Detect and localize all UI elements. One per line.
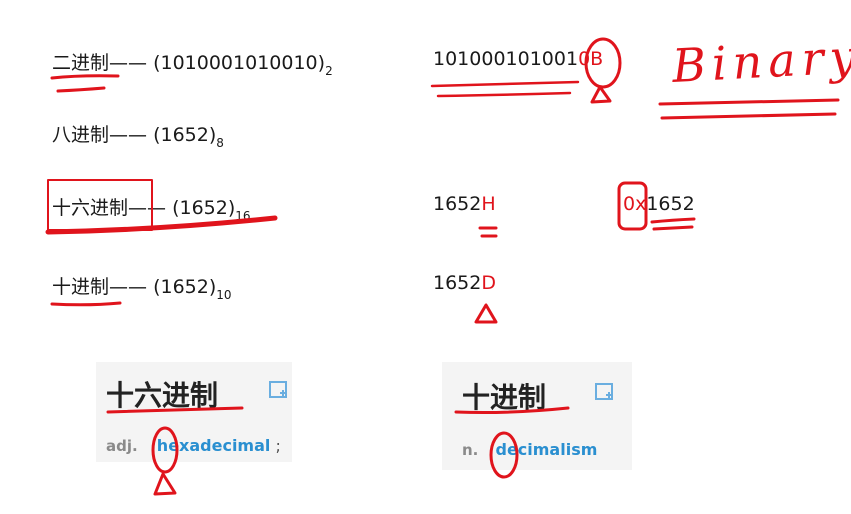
ink-underline (658, 98, 840, 106)
hex-base: 16 (235, 209, 251, 223)
decimal-notation-suffix: D (481, 272, 496, 294)
hex-label: 十六进制 (52, 197, 129, 219)
dict-card-hexadecimal: 十六进制 adj. hexadecimal ; (96, 362, 292, 462)
ink-underline (56, 86, 106, 93)
binary-dash: —— (109, 52, 148, 74)
dict-entry-hex: adj. hexadecimal ; (106, 436, 281, 455)
decimal-dash: —— (109, 276, 148, 298)
binary-value: 1010001010010 (160, 52, 318, 74)
dict-entry-dec: n. decimalism (462, 440, 597, 459)
decimal-row: 十进制—— (1652)10 (52, 272, 232, 302)
ink-triangle (153, 472, 177, 496)
ink-underline (652, 225, 694, 231)
bookmark-add-icon[interactable] (268, 380, 290, 400)
decimal-label: 十进制 (52, 276, 110, 298)
dict-pos-hex: adj. (106, 437, 138, 455)
binary-close: ) (317, 52, 326, 74)
ink-underline (650, 217, 696, 224)
hex-prefix-notation: 0x1652 (623, 193, 695, 215)
octal-base: 8 (216, 136, 224, 150)
binary-notation-number: 101000101001 (433, 48, 579, 70)
binary-label: 二进制 (52, 52, 110, 74)
decimal-value: 1652 (160, 276, 209, 298)
handwritten-binary: Binary (670, 29, 851, 93)
ink-underline (50, 301, 122, 307)
hex-row: 十六进制—— (1652)16 (52, 193, 251, 223)
decimal-notation: 1652D (433, 272, 496, 294)
ink-underline (436, 91, 572, 98)
ink-triangle (590, 85, 612, 104)
binary-row: 二进制—— (1010001010010)2 (52, 48, 333, 78)
dict-card-decimalism: 十进制 n. decimalism (442, 362, 632, 470)
hex-suffix-letter: H (481, 193, 496, 215)
binary-base: 2 (325, 64, 333, 78)
binary-notation-suffix: 0B (578, 48, 604, 70)
hex-dash: —— (128, 197, 167, 219)
dict-separator-hex: ; (275, 436, 281, 455)
ink-underline (430, 80, 580, 88)
decimal-base: 10 (216, 288, 232, 302)
hex-prefix-number: 1652 (646, 193, 695, 215)
binary-notation: 1010001010010B (433, 48, 603, 70)
dict-pos-dec: n. (462, 441, 479, 459)
octal-value: 1652 (160, 124, 209, 146)
ink-triangle (474, 303, 498, 324)
hex-suffix-number: 1652 (433, 193, 482, 215)
octal-label: 八进制 (52, 124, 110, 146)
hex-suffix-notation: 1652H (433, 193, 496, 215)
hex-prefix: 0x (623, 193, 647, 215)
decimal-notation-number: 1652 (433, 272, 482, 294)
dict-definition-dec[interactable]: decimalism (495, 440, 597, 459)
octal-row: 八进制—— (1652)8 (52, 120, 224, 150)
dict-word-dec: 十进制 (462, 381, 547, 414)
ink-underline (660, 112, 837, 120)
hex-value: 1652 (179, 197, 228, 219)
ink-underline (50, 74, 120, 80)
dict-word-hex: 十六进制 (106, 379, 219, 412)
dict-definition-hex[interactable]: hexadecimal (157, 436, 271, 455)
octal-dash: —— (109, 124, 148, 146)
bookmark-add-icon[interactable] (594, 382, 616, 402)
